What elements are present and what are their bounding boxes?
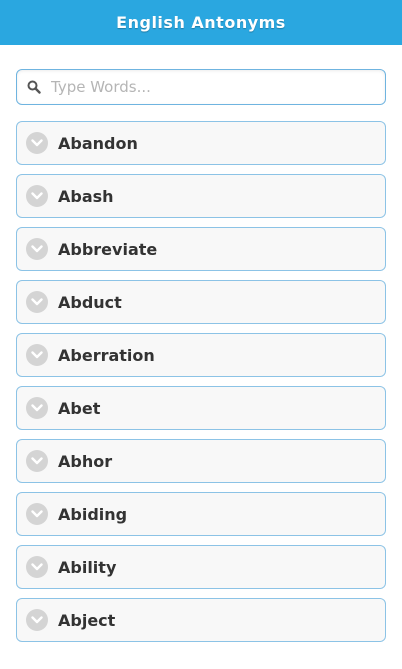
list-item-label: Abet (58, 398, 101, 418)
list-item[interactable]: Abbreviate (16, 227, 386, 271)
list-item-label: Abbreviate (58, 239, 158, 259)
main-content: Abandon Abash Abbreviate Abduct Aberration Ab… (0, 45, 402, 669)
chevron-down-icon (26, 185, 48, 207)
list-item[interactable]: Abiding (16, 492, 386, 536)
search-icon (25, 78, 43, 96)
list-item[interactable]: Abash (16, 174, 386, 218)
chevron-down-icon (26, 344, 48, 366)
list-item[interactable]: Aberration (16, 333, 386, 377)
list-item-label: Abhor (58, 451, 113, 471)
list-item[interactable]: Abject (16, 598, 386, 642)
chevron-down-icon (26, 450, 48, 472)
chevron-down-icon (26, 503, 48, 525)
list-item-label: Aberration (58, 345, 155, 365)
search-input[interactable] (49, 77, 373, 97)
app-header: English Antonyms (0, 0, 402, 45)
word-list: Abandon Abash Abbreviate Abduct Aberration Ab… (16, 121, 386, 651)
chevron-down-icon (26, 132, 48, 154)
list-item[interactable]: Abduct (16, 280, 386, 324)
chevron-down-icon (26, 291, 48, 313)
search-bar[interactable] (16, 69, 386, 105)
list-item[interactable]: Ability (16, 545, 386, 589)
chevron-down-icon (26, 609, 48, 631)
page-title: English Antonyms (116, 13, 286, 32)
list-item[interactable]: Abet (16, 386, 386, 430)
list-item-label: Ability (58, 557, 117, 577)
chevron-down-icon (26, 556, 48, 578)
list-item-label: Abject (58, 610, 116, 630)
list-item-label: Abiding (58, 504, 128, 524)
list-item[interactable]: Abandon (16, 121, 386, 165)
list-item[interactable]: Abhor (16, 439, 386, 483)
chevron-down-icon (26, 238, 48, 260)
list-item-label: Abash (58, 186, 114, 206)
list-item-label: Abduct (58, 292, 122, 312)
chevron-down-icon (26, 397, 48, 419)
list-item-label: Abandon (58, 133, 138, 153)
